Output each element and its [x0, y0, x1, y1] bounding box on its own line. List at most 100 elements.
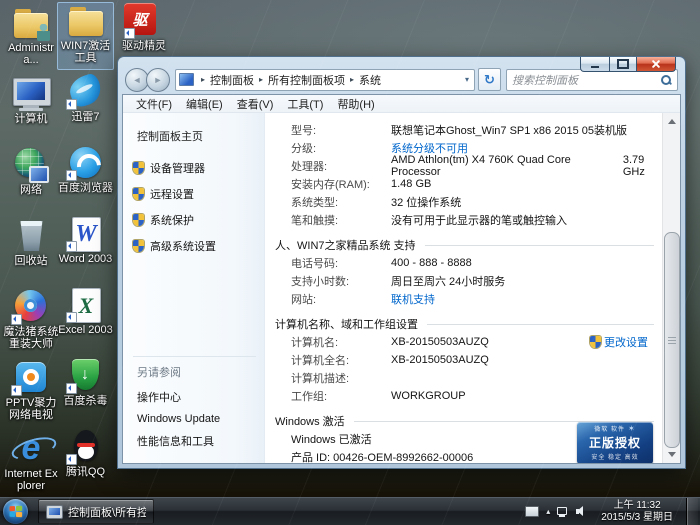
input-indicator-icon[interactable]	[525, 506, 539, 517]
excel-icon: X	[66, 287, 106, 323]
field-value: AMD Athlon(tm) X4 760K Quad Core Process…	[391, 154, 587, 178]
menu-edit[interactable]: 编辑(E)	[179, 96, 230, 112]
address-bar[interactable]: ▸ 控制面板 ▸ 所有控制面板项 ▸ 系统 ▾	[175, 69, 475, 91]
see-also-section: 另请参阅 操作中心 Windows Update 性能信息和工具	[133, 356, 256, 457]
desktop-icon-administrator[interactable]: Administra...	[2, 4, 60, 72]
desktop-icon-baidu-browser[interactable]: 百度浏览器	[57, 144, 114, 212]
desktop-icon-label: 腾讯QQ	[66, 466, 105, 478]
refresh-button[interactable]: ↻	[478, 68, 501, 91]
volume-tray-icon[interactable]	[576, 506, 588, 517]
cpu-speed: 3.79 GHz	[623, 154, 662, 178]
support-section-header: 人、WIN7之家精品系统 支持	[275, 236, 662, 254]
breadcrumb-all-items[interactable]: 所有控制面板项	[268, 72, 345, 88]
mofazhu-icon	[11, 289, 51, 325]
field-label: 分级:	[291, 140, 391, 156]
phone-row: 电话号码: 400 - 888 - 8888	[291, 254, 662, 272]
desktop-icon-qq[interactable]: 腾讯QQ	[57, 428, 114, 496]
close-button[interactable]	[637, 57, 676, 72]
uac-shield-icon	[133, 162, 144, 174]
badge-top-text: 微软 软件	[594, 424, 625, 433]
xunlei-bird-icon	[66, 74, 106, 110]
start-button[interactable]	[3, 499, 28, 524]
show-desktop-button[interactable]	[686, 498, 698, 525]
vertical-scrollbar[interactable]	[662, 113, 680, 463]
online-support-link[interactable]: 联机支持	[391, 291, 435, 307]
system-type-row: 系统类型: 32 位操作系统	[291, 193, 662, 211]
computer-description-row: 计算机描述:	[291, 369, 662, 387]
windows-flag-icon	[10, 506, 23, 518]
folder-icon	[11, 5, 51, 41]
sidebar-advanced-settings[interactable]: 高级系统设置	[133, 238, 264, 254]
desktop-icon-recycle-bin[interactable]: 回收站	[2, 217, 60, 285]
desktop-icon-label: 百度杀毒	[64, 395, 108, 407]
support-hours-row: 支持小时数: 周日至周六 24小时服务	[291, 272, 662, 290]
badge-main-text: 正版授权	[580, 434, 650, 451]
caption-buttons	[580, 57, 676, 72]
desktop-icon-computer[interactable]: 计算机	[2, 75, 60, 143]
field-value: XB-20150503AUZQ	[391, 336, 489, 348]
taskbar-clock[interactable]: 上午 11:32 2015/5/3 星期日	[595, 500, 679, 524]
address-dropdown-icon[interactable]: ▾	[463, 75, 471, 84]
desktop-icon-xunlei[interactable]: 迅雷7	[57, 73, 114, 141]
sidebar-windows-update[interactable]: Windows Update	[137, 413, 256, 425]
desktop-icon-label: Excel 2003	[58, 324, 112, 336]
menu-bar: 文件(F) 编辑(E) 查看(V) 工具(T) 帮助(H)	[123, 95, 680, 113]
sidebar-system-protection[interactable]: 系统保护	[133, 212, 264, 228]
desktop-icon-excel-2003[interactable]: X Excel 2003	[57, 286, 114, 354]
folder-icon	[66, 3, 106, 39]
minimize-button[interactable]	[580, 57, 610, 72]
scroll-up-arrow-icon[interactable]	[663, 113, 680, 130]
chevron-right-icon: ▸	[345, 75, 359, 84]
menu-help[interactable]: 帮助(H)	[330, 96, 381, 112]
desktop-icon-mofazhu[interactable]: 魔法猪系统重装大师	[2, 288, 60, 356]
uac-shield-icon	[590, 336, 601, 348]
scroll-down-arrow-icon[interactable]	[663, 446, 680, 463]
shortcut-arrow-icon	[66, 454, 77, 465]
sidebar-performance-tools[interactable]: 性能信息和工具	[137, 433, 256, 449]
desktop-icon-internet-explorer[interactable]: e Internet Explorer	[2, 430, 60, 498]
chevron-right-icon: ▸	[254, 75, 268, 84]
scrollbar-thumb[interactable]	[664, 232, 680, 448]
shortcut-arrow-icon	[11, 385, 22, 396]
sidebar-item-label: 系统保护	[150, 212, 194, 228]
computer-name-row: 计算机名: XB-20150503AUZQ 更改设置	[291, 333, 662, 351]
menu-file[interactable]: 文件(F)	[129, 96, 179, 112]
desktop-icon-pptv[interactable]: PPTV聚力 网络电视	[2, 359, 60, 427]
field-label: 计算机名:	[291, 334, 391, 350]
forward-button[interactable]: ►	[146, 68, 170, 92]
uac-shield-icon	[133, 188, 144, 200]
shortcut-arrow-icon	[124, 28, 135, 39]
computer-icon	[11, 76, 51, 112]
sidebar-remote-settings[interactable]: 远程设置	[133, 186, 264, 202]
uac-shield-icon	[133, 240, 144, 252]
show-hidden-icons-arrow[interactable]: ▴	[546, 507, 550, 516]
sidebar-action-center[interactable]: 操作中心	[137, 389, 256, 405]
sidebar-device-manager[interactable]: 设备管理器	[133, 160, 264, 176]
desktop-icon-label: Administra...	[3, 42, 59, 66]
desktop-icon-network[interactable]: 网络	[2, 146, 60, 214]
desktop-icon-baidu-antivirus[interactable]: ↓ 百度杀毒	[57, 357, 114, 425]
field-value: WORKGROUP	[391, 390, 466, 402]
breadcrumb-system[interactable]: 系统	[359, 72, 381, 88]
baidu-browser-icon	[66, 145, 106, 181]
network-tray-icon[interactable]	[557, 507, 569, 517]
desktop-icon-word-2003[interactable]: W Word 2003	[57, 215, 114, 283]
field-value: 周日至周六 24小时服务	[391, 273, 505, 289]
desktop-icon-label: WIN7激活工具	[58, 40, 113, 64]
taskbar-button-control-panel[interactable]: 控制面板\所有控...	[38, 499, 154, 524]
desktop-icon-label: 魔法猪系统重装大师	[3, 326, 59, 350]
desktop-icon-win7-activator[interactable]: WIN7激活工具	[57, 2, 114, 70]
genuine-software-badge[interactable]: 微软 软件✶ 正版授权 安全 稳定 高效	[577, 422, 653, 463]
sidebar-control-panel-home[interactable]: 控制面板主页	[137, 128, 264, 144]
field-label: 网站:	[291, 291, 391, 307]
maximize-button[interactable]	[610, 57, 637, 72]
menu-view[interactable]: 查看(V)	[230, 96, 281, 112]
change-settings-link[interactable]: 更改设置	[590, 334, 648, 350]
desktop-icon-label: Word 2003	[59, 253, 113, 265]
field-value: 400 - 888 - 8888	[391, 257, 472, 269]
shortcut-arrow-icon	[66, 241, 77, 252]
menu-tools[interactable]: 工具(T)	[280, 96, 330, 112]
field-value: XB-20150503AUZQ	[391, 354, 489, 366]
shortcut-arrow-icon	[66, 312, 77, 323]
breadcrumb-control-panel[interactable]: 控制面板	[210, 72, 254, 88]
